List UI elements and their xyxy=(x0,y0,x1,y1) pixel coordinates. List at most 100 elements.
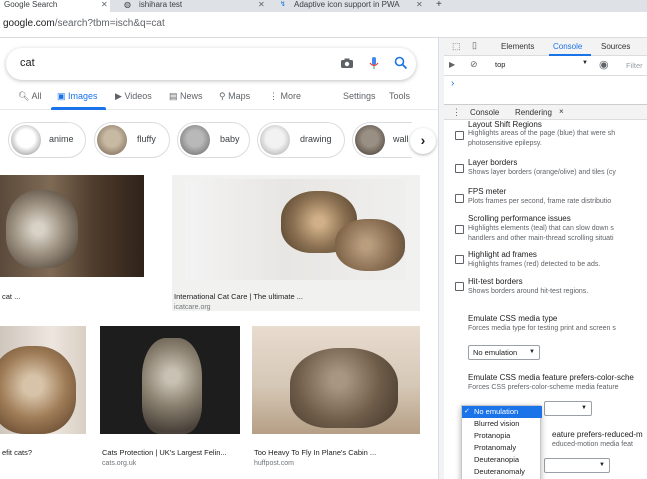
close-icon[interactable]: × xyxy=(559,107,564,116)
tab-maps[interactable]: ⚲ Maps xyxy=(219,91,250,102)
dropdown-option[interactable]: Protanomaly xyxy=(462,442,542,454)
option-description: Shows layer borders (orange/olive) and t… xyxy=(468,169,616,176)
tools-link[interactable]: Tools xyxy=(389,91,410,101)
context-selector[interactable]: top ▼ xyxy=(492,59,590,72)
search-box[interactable]: cat xyxy=(6,48,416,80)
console-toolbar: ▶ ⊘ top ▼ ◉ Filter xyxy=(444,56,647,76)
tab-all[interactable]: 🔍︎ All xyxy=(18,91,41,102)
chip-drawing[interactable]: drawing xyxy=(257,122,345,158)
option-checkbox[interactable] xyxy=(455,194,464,203)
dropdown-option[interactable]: Protanopia xyxy=(462,430,542,442)
sidebar-toggle-icon[interactable]: ▶ xyxy=(449,60,455,69)
clear-console-icon[interactable]: ⊘ xyxy=(470,59,478,70)
dropdown-arrow-icon: ▼ xyxy=(582,60,588,66)
chip-label: fluffy xyxy=(137,134,156,144)
tab-ishihara-test[interactable]: ◍ ishihara test ✕ xyxy=(112,0,268,12)
microphone-icon[interactable] xyxy=(367,56,381,70)
chip-thumbnail xyxy=(11,125,41,155)
result-caption[interactable]: cat ... xyxy=(2,292,20,301)
option-checkbox[interactable] xyxy=(455,164,464,173)
settings-link[interactable]: Settings xyxy=(343,91,376,101)
tab-news[interactable]: ▤ News xyxy=(169,91,203,102)
option-checkbox[interactable] xyxy=(455,282,464,291)
media-type-select[interactable]: No emulation ▼ xyxy=(468,345,540,360)
tab-google-search[interactable]: Google Search ✕ xyxy=(0,0,110,12)
close-icon[interactable]: ✕ xyxy=(416,0,423,9)
chip-baby[interactable]: baby xyxy=(177,122,250,158)
result-source: cats.org.uk xyxy=(102,460,137,467)
inspect-icon[interactable]: ⬚ xyxy=(452,41,461,52)
result-image[interactable] xyxy=(172,175,420,311)
option-title: Hit-test borders xyxy=(468,277,523,286)
result-caption[interactable]: efit cats? xyxy=(2,448,32,457)
result-source: huffpost.com xyxy=(254,460,294,467)
result-source: icatcare.org xyxy=(174,304,211,311)
option-description: Highlights areas of the page (blue) that… xyxy=(468,130,616,137)
search-query[interactable]: cat xyxy=(20,57,35,69)
search-icon[interactable] xyxy=(394,56,408,70)
result-caption[interactable]: Cats Protection | UK's Largest Felin... xyxy=(102,448,227,457)
close-icon[interactable]: ✕ xyxy=(101,0,108,9)
result-image[interactable] xyxy=(252,326,420,434)
dropdown-option[interactable]: ✓ No emulation xyxy=(462,406,542,418)
tab-title: Adaptive icon support in PWA xyxy=(294,0,400,9)
option-checkbox[interactable] xyxy=(455,131,464,140)
dropdown-option[interactable]: Blurred vision xyxy=(462,418,542,430)
tab-elements[interactable]: Elements xyxy=(501,42,534,51)
chip-wall[interactable]: wall xyxy=(352,122,412,158)
device-toolbar-icon[interactable]: ▯ xyxy=(472,40,477,51)
section-description: Forces media type for testing print and … xyxy=(468,325,616,332)
browser-tab-bar: Google Search ✕ ◍ ishihara test ✕ ↯ Adap… xyxy=(0,0,647,12)
drawer-tab-rendering[interactable]: Rendering xyxy=(515,108,552,117)
option-description: Highlights frames (red) detected to be a… xyxy=(468,261,601,268)
cat-photo xyxy=(0,346,76,434)
devtools-toolbar: ⬚ ▯ Elements Console Sources xyxy=(444,38,647,56)
reduced-motion-select[interactable]: ▼ xyxy=(544,458,610,473)
filter-input[interactable]: Filter xyxy=(626,61,643,70)
console-prompt[interactable]: › xyxy=(451,78,454,89)
dropdown-arrow-icon: ▼ xyxy=(581,405,587,411)
tab-images[interactable]: ▣ Images xyxy=(57,91,98,102)
more-icon: ⋮ xyxy=(269,91,278,101)
option-checkbox[interactable] xyxy=(455,255,464,264)
image-icon: ▣ xyxy=(57,91,66,101)
section-description: educed-motion media feat xyxy=(552,441,633,448)
globe-icon: ◍ xyxy=(124,0,131,9)
tab-videos[interactable]: ▶ Videos xyxy=(115,91,152,102)
result-caption[interactable]: International Cat Care | The ultimate ..… xyxy=(174,292,303,301)
video-icon: ▶ xyxy=(115,91,122,101)
eye-icon[interactable]: ◉ xyxy=(599,58,609,71)
cat-photo xyxy=(142,338,202,434)
active-tab-indicator xyxy=(51,107,106,110)
address-bar[interactable]: google.com/search?tbm=isch&q=cat xyxy=(0,12,647,38)
result-image[interactable] xyxy=(0,175,144,277)
cat-photo xyxy=(6,190,78,268)
close-icon[interactable]: ✕ xyxy=(258,0,265,9)
vision-deficiency-dropdown: ✓ No emulation Blurred vision Protanopia… xyxy=(461,405,542,479)
drawer-tab-console[interactable]: Console xyxy=(470,108,499,117)
option-checkbox[interactable] xyxy=(455,225,464,234)
dropdown-option[interactable]: Deuteranopia xyxy=(462,454,542,466)
search-icon: 🔍︎ xyxy=(18,91,30,101)
tab-more[interactable]: ⋮ More xyxy=(269,91,301,102)
tab-console[interactable]: Console xyxy=(553,42,582,51)
section-title: Emulate CSS media feature prefers-color-… xyxy=(468,373,634,382)
result-image[interactable] xyxy=(0,326,86,434)
dropdown-option[interactable]: Deuteranomaly xyxy=(462,466,542,478)
result-image[interactable] xyxy=(100,326,240,434)
devtools-panel: ⬚ ▯ Elements Console Sources ▶ ⊘ top ▼ ◉… xyxy=(444,38,647,479)
chip-anime[interactable]: anime xyxy=(8,122,86,158)
camera-icon[interactable] xyxy=(340,56,354,70)
chevron-right-icon[interactable]: › xyxy=(410,128,436,154)
new-tab-button[interactable]: + xyxy=(436,0,442,10)
search-nav: 🔍︎ All ▣ Images ▶ Videos ▤ News ⚲ Maps ⋮… xyxy=(0,86,438,110)
option-title: Highlight ad frames xyxy=(468,250,537,259)
color-scheme-select[interactable]: ▼ xyxy=(544,401,592,416)
cat-photo xyxy=(185,179,406,280)
result-caption[interactable]: Too Heavy To Fly In Plane's Cabin ... xyxy=(254,448,376,457)
chip-fluffy[interactable]: fluffy xyxy=(94,122,170,158)
tab-sources[interactable]: Sources xyxy=(601,42,630,51)
chip-label: drawing xyxy=(300,134,332,144)
tab-adaptive-icon[interactable]: ↯ Adaptive icon support in PWA ✕ xyxy=(268,0,426,12)
more-icon[interactable]: ⋮ xyxy=(452,107,461,118)
